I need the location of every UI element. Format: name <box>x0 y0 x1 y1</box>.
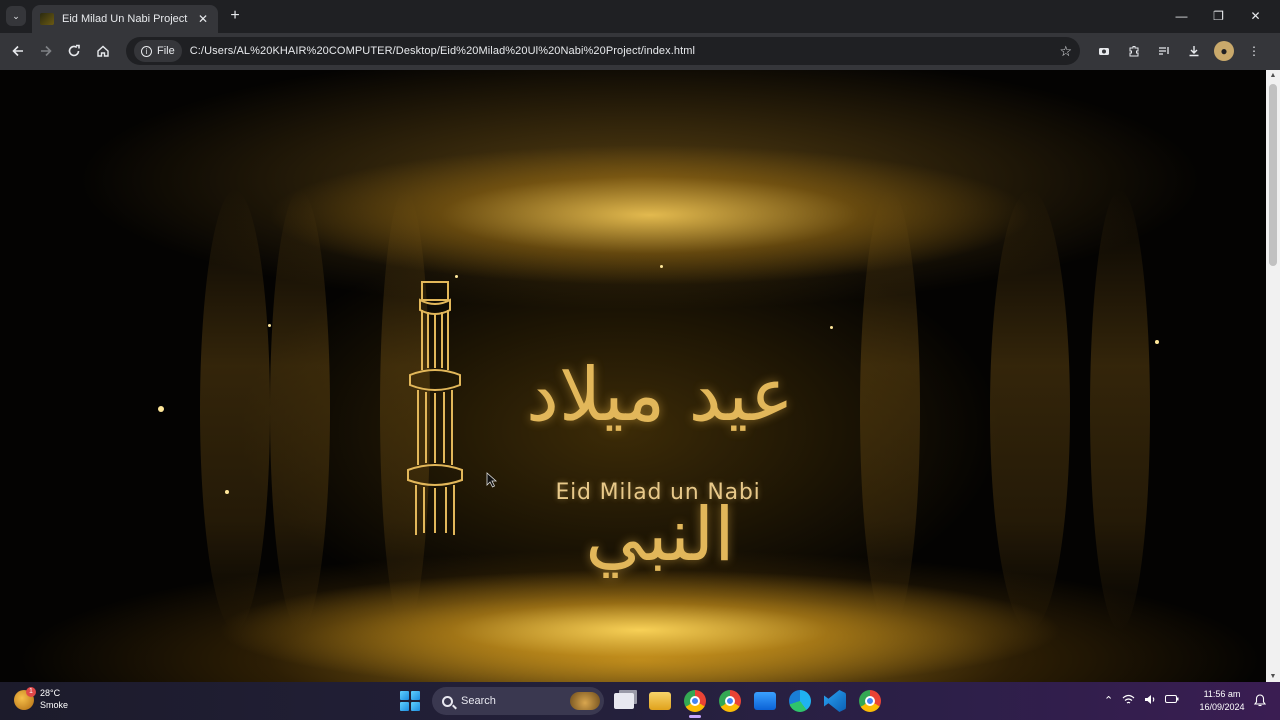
sparkle <box>1155 340 1159 344</box>
search-icon <box>442 695 453 707</box>
active-app-indicator <box>689 715 701 718</box>
light-beam <box>860 190 920 630</box>
download-icon[interactable] <box>1184 41 1204 61</box>
arabic-title: عيد ميلاد النبي <box>526 352 794 578</box>
search-highlight-icon <box>570 692 600 710</box>
sparkle <box>455 275 458 278</box>
close-tab-button[interactable]: ✕ <box>196 12 210 26</box>
notification-badge: 1 <box>26 686 36 697</box>
scroll-down-icon[interactable]: ▼ <box>1266 673 1280 680</box>
page-viewport: عيد ميلاد النبي Eid Milad un Nabi <box>0 70 1266 682</box>
site-info-chip[interactable]: i File <box>134 40 182 62</box>
weather-temperature: 28°C <box>40 688 61 698</box>
english-title: Eid Milad un Nabi <box>555 480 761 505</box>
scroll-thumb[interactable] <box>1269 84 1277 266</box>
profile-avatar-icon[interactable]: ● <box>1214 41 1234 61</box>
toolbar-actions: ● ⋮ <box>1094 41 1264 61</box>
clock-time: 11:56 am <box>1203 689 1241 699</box>
chrome-window-icon[interactable] <box>859 690 881 712</box>
light-beam <box>270 190 330 630</box>
notifications-icon[interactable] <box>1253 694 1268 708</box>
windows-logo-icon <box>400 691 409 700</box>
back-button[interactable] <box>8 41 28 61</box>
weather-icon: 1 <box>14 686 36 710</box>
task-view-icon[interactable] <box>614 693 634 709</box>
forward-arrow-icon <box>41 45 52 57</box>
mail-icon[interactable] <box>754 692 776 710</box>
more-menu-icon[interactable]: ⋮ <box>1244 41 1264 61</box>
wifi-icon[interactable] <box>1122 694 1135 708</box>
maximize-button[interactable]: ❐ <box>1200 4 1237 28</box>
back-arrow-icon <box>12 45 23 57</box>
bookmark-star-icon[interactable]: ☆ <box>1059 43 1072 60</box>
clock-date: 16/09/2024 <box>1199 702 1245 712</box>
extensions-icon[interactable] <box>1124 41 1144 61</box>
page-scrollbar[interactable]: ▲ ▼ <box>1266 70 1280 682</box>
reload-button[interactable] <box>64 41 84 61</box>
media-control-icon[interactable] <box>1154 41 1174 61</box>
start-button[interactable] <box>400 691 420 711</box>
chevron-down-icon: ⌄ <box>12 10 20 21</box>
scroll-up-icon[interactable]: ▲ <box>1266 72 1280 79</box>
mouse-cursor-icon <box>486 472 498 488</box>
edge-icon[interactable] <box>789 690 811 712</box>
system-tray: ⌃ <box>1104 694 1179 708</box>
browser-tab[interactable]: Eid Milad Un Nabi Project ✕ <box>32 5 218 33</box>
light-beam <box>990 190 1070 630</box>
sparkle <box>158 406 164 412</box>
sparkle <box>268 324 271 327</box>
chrome-profile-icon[interactable] <box>719 690 741 712</box>
chevron-up-icon[interactable]: ⌃ <box>1104 694 1113 708</box>
home-icon <box>97 45 109 57</box>
close-window-button[interactable]: ✕ <box>1237 4 1274 28</box>
minimize-button[interactable]: — <box>1163 4 1200 28</box>
home-button[interactable] <box>93 41 113 61</box>
taskbar-search[interactable]: Search <box>432 687 604 715</box>
tab-strip: ⌄ Eid Milad Un Nabi Project ✕ + — ❐ ✕ <box>0 0 1280 33</box>
new-tab-button[interactable]: + <box>226 7 244 25</box>
address-bar[interactable]: i File C:/Users/AL%20KHAIR%20COMPUTER/De… <box>126 37 1080 65</box>
reload-icon <box>68 44 80 57</box>
weather-description: Smoke <box>40 700 69 710</box>
favicon-icon <box>40 13 54 25</box>
tab-title: Eid Milad Un Nabi Project <box>62 13 188 25</box>
camera-icon[interactable] <box>1094 41 1114 61</box>
search-label: Search <box>461 695 496 707</box>
vscode-icon[interactable] <box>824 690 846 712</box>
battery-icon[interactable] <box>1165 694 1179 708</box>
url-text: C:/Users/AL%20KHAIR%20COMPUTER/Desktop/E… <box>189 45 696 57</box>
info-icon: i <box>141 45 152 57</box>
sparkle <box>225 490 229 494</box>
site-info-label: File <box>157 45 175 57</box>
light-beam <box>200 190 270 630</box>
taskbar: 1 28°C Smoke Search ⌃ 11:56 am 16/09/202… <box>0 682 1280 720</box>
light-beam <box>1090 190 1150 630</box>
weather-widget[interactable]: 1 28°C Smoke <box>14 686 69 711</box>
chrome-icon[interactable] <box>684 690 706 712</box>
browser-toolbar: i File C:/Users/AL%20KHAIR%20COMPUTER/De… <box>0 33 1280 70</box>
volume-icon[interactable] <box>1144 694 1156 708</box>
forward-button[interactable] <box>36 41 56 61</box>
window-controls: — ❐ ✕ <box>1163 4 1274 28</box>
tab-search-button[interactable]: ⌄ <box>6 6 26 26</box>
minaret-icon <box>407 281 463 535</box>
file-explorer-icon[interactable] <box>649 692 671 710</box>
sparkle <box>660 265 663 268</box>
clock[interactable]: 11:56 am 16/09/2024 <box>1192 688 1252 714</box>
